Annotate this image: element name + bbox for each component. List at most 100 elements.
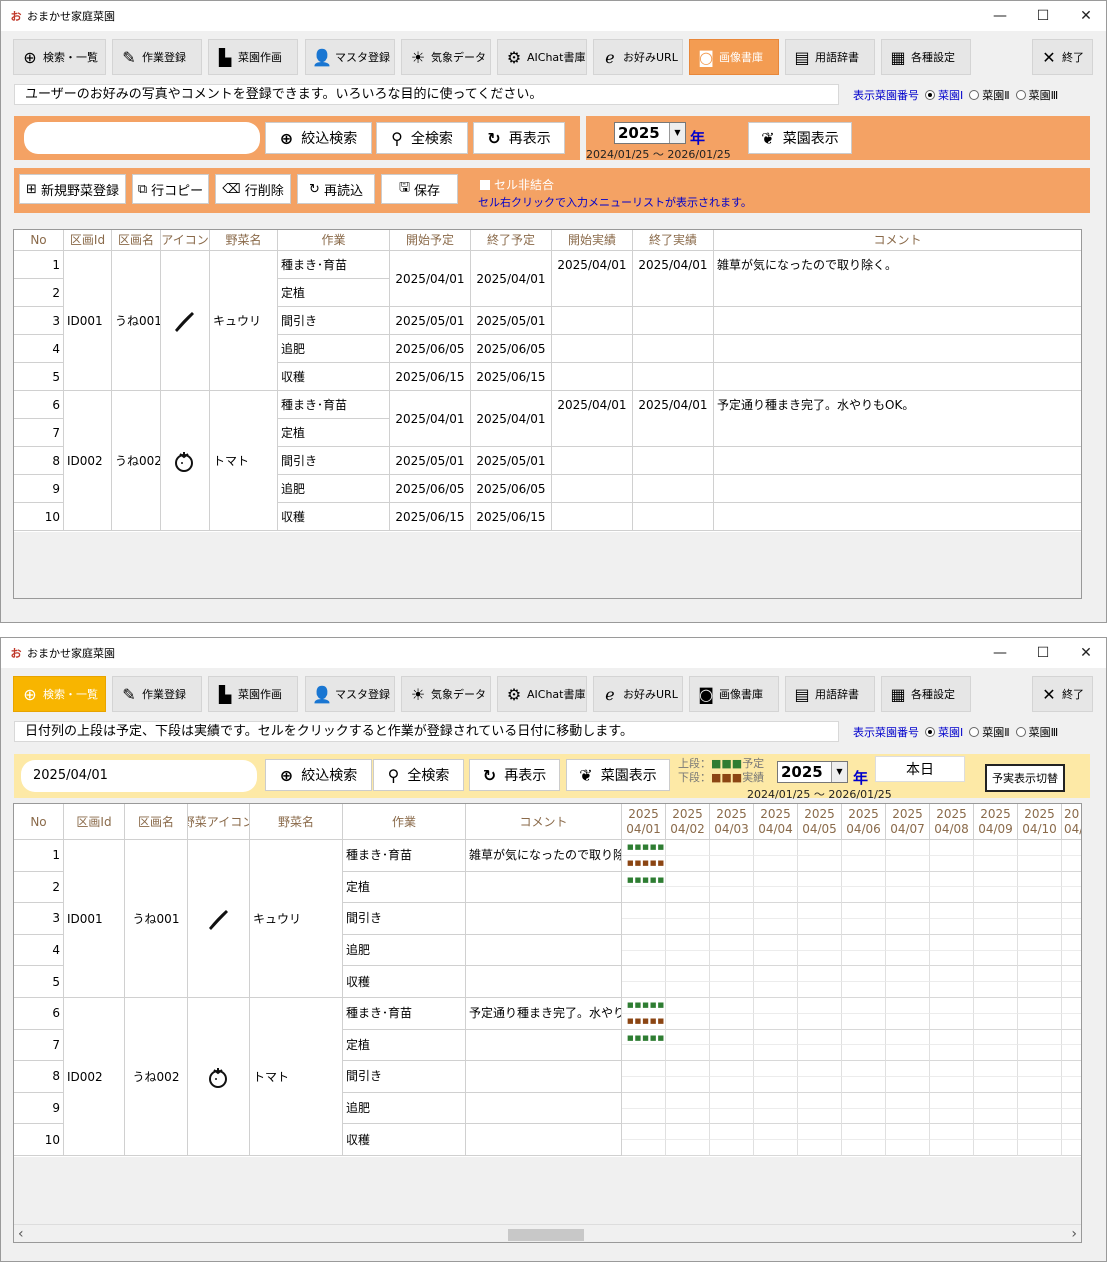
date-cell[interactable] (666, 1029, 710, 1046)
actual-start-cell[interactable]: 2025/04/01 (552, 391, 633, 447)
date-cell[interactable] (754, 1045, 798, 1062)
comment-cell[interactable] (466, 934, 622, 967)
task-cell[interactable]: 定植 (343, 871, 466, 904)
date-cell[interactable] (798, 1140, 842, 1156)
date-cell[interactable] (710, 1140, 754, 1156)
date-cell[interactable] (710, 966, 754, 983)
comment-cell[interactable] (714, 503, 1081, 531)
date-cell[interactable] (754, 840, 798, 856)
date-column-header[interactable]: 2025 04/04 (754, 804, 798, 840)
date-cell[interactable] (886, 1029, 930, 1046)
date-cell[interactable] (1062, 935, 1081, 951)
date-cell[interactable] (622, 1077, 666, 1093)
comment-cell[interactable]: 雑草が気になったので取り除く。 (714, 251, 1081, 307)
date-cell[interactable] (974, 934, 1018, 951)
date-cell[interactable] (798, 1029, 842, 1046)
date-cell[interactable] (930, 1108, 974, 1125)
filter-search-button[interactable]: ⊕ 絞込検索 (265, 122, 372, 154)
date-cell[interactable] (1018, 982, 1062, 998)
plot-id-cell[interactable]: ID001 (64, 251, 112, 391)
date-cell[interactable] (842, 998, 886, 1014)
plot-name-cell[interactable]: うね002 (125, 998, 188, 1156)
actual-marker-icon[interactable]: ■■■■■ (627, 860, 665, 867)
date-cell[interactable] (842, 982, 886, 998)
date-cell[interactable] (666, 840, 710, 856)
close-window-button[interactable]: ✕ (1064, 638, 1106, 668)
date-cell[interactable] (622, 1140, 666, 1156)
scroll-left-icon[interactable]: ‹ (18, 1226, 24, 1242)
date-cell[interactable] (842, 1140, 886, 1156)
date-cell[interactable] (710, 1077, 754, 1093)
favorite-url-button[interactable]: ℯ お好みURL (593, 676, 683, 712)
settings-button[interactable]: ▦ 各種設定 (881, 676, 971, 712)
date-cell[interactable] (886, 982, 930, 998)
search-list-button[interactable]: ⊕ 検索・一覧 (13, 39, 106, 75)
task-cell[interactable]: 収穫 (343, 1124, 466, 1156)
date-column-header[interactable]: 2025 04/01 (622, 804, 666, 840)
comment-cell[interactable] (714, 307, 1081, 335)
date-cell[interactable] (710, 1124, 754, 1141)
date-cell[interactable] (622, 903, 666, 919)
date-cell[interactable] (666, 1045, 710, 1062)
date-cell[interactable] (754, 903, 798, 919)
date-cell[interactable] (974, 887, 1018, 904)
task-cell[interactable]: 種まき･育苗 (343, 998, 466, 1030)
date-cell[interactable] (1062, 1077, 1081, 1093)
date-cell[interactable] (974, 840, 1018, 856)
date-cell[interactable] (1018, 934, 1062, 951)
comment-cell[interactable] (714, 335, 1081, 363)
date-cell[interactable] (974, 950, 1018, 967)
date-cell[interactable] (842, 1029, 886, 1046)
plot-id-cell[interactable]: ID001 (64, 840, 125, 998)
date-cell[interactable] (886, 840, 930, 856)
date-cell[interactable] (1062, 966, 1081, 983)
date-cell[interactable] (754, 1092, 798, 1109)
garden-view-button[interactable]: ❦ 菜園表示 (748, 122, 852, 154)
date-cell[interactable] (886, 1045, 930, 1062)
date-cell[interactable] (1018, 998, 1062, 1014)
date-cell[interactable] (666, 1092, 710, 1109)
search-input[interactable] (24, 122, 260, 154)
date-cell[interactable] (1018, 855, 1062, 872)
horizontal-scrollbar[interactable]: ‹ › (14, 1224, 1081, 1242)
plan-end-cell[interactable]: 2025/06/15 (471, 363, 552, 391)
date-cell[interactable] (754, 887, 798, 904)
refresh-button[interactable]: ↻ 再表示 (473, 122, 565, 154)
date-cell[interactable] (886, 1140, 930, 1156)
task-cell[interactable]: 間引き (278, 447, 390, 475)
plan-end-cell[interactable]: 2025/04/01 (471, 251, 552, 307)
date-cell[interactable] (1018, 1092, 1062, 1109)
task-cell[interactable]: 追肥 (278, 475, 390, 503)
date-cell[interactable] (666, 1013, 710, 1030)
date-cell[interactable] (1018, 1061, 1062, 1077)
date-cell[interactable] (666, 1124, 710, 1141)
date-cell[interactable] (798, 998, 842, 1014)
date-cell[interactable] (886, 871, 930, 888)
plan-start-cell[interactable]: 2025/06/05 (390, 335, 471, 363)
date-cell[interactable] (930, 919, 974, 935)
date-cell[interactable] (666, 919, 710, 935)
date-cell[interactable] (842, 1124, 886, 1141)
date-cell[interactable] (930, 982, 974, 998)
comment-cell[interactable] (714, 475, 1081, 503)
date-cell[interactable] (930, 871, 974, 888)
date-cell[interactable] (754, 855, 798, 872)
date-cell[interactable] (842, 1077, 886, 1093)
comment-cell[interactable] (714, 447, 1081, 475)
actual-end-cell[interactable]: 2025/04/01 (633, 391, 714, 447)
date-cell[interactable] (974, 1061, 1018, 1077)
date-cell[interactable] (842, 903, 886, 919)
comment-cell[interactable] (466, 1029, 622, 1062)
plan-marker-icon[interactable]: ■■■■■ (627, 1034, 665, 1042)
date-cell[interactable] (930, 1140, 974, 1156)
date-cell[interactable] (754, 871, 798, 888)
all-search-button[interactable]: ⚲ 全検索 (376, 122, 468, 154)
new-vegetable-button[interactable]: ⊞ 新規野菜登録 (19, 174, 126, 204)
master-register-button[interactable]: 👤 マスタ登録 (305, 676, 395, 712)
maximize-button[interactable]: ☐ (1021, 1, 1065, 31)
date-cell[interactable] (798, 887, 842, 904)
date-cell[interactable] (798, 1108, 842, 1125)
radio-garden-1[interactable]: 菜園Ⅰ (925, 724, 963, 740)
date-cell[interactable] (710, 1061, 754, 1077)
plan-marker-icon[interactable]: ■■■■■ (627, 876, 665, 884)
